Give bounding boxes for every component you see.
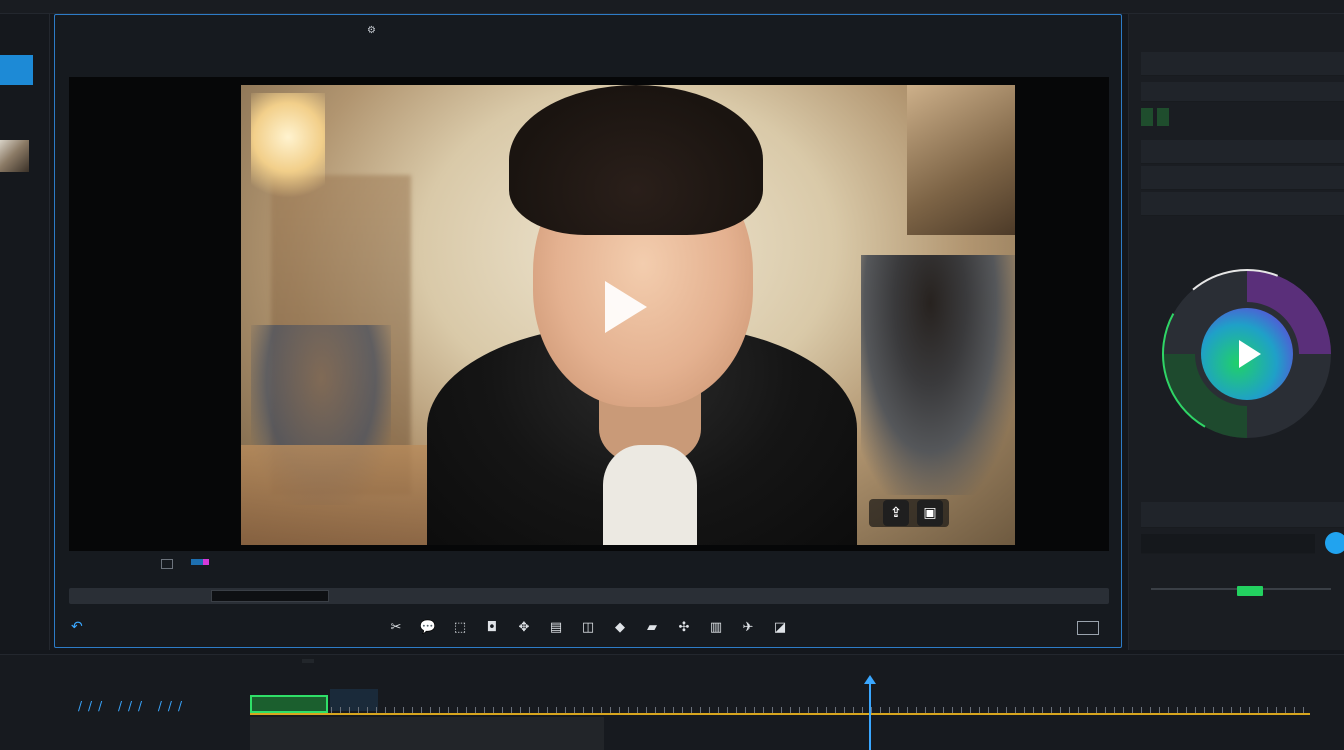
timeline-clip[interactable] (250, 695, 328, 713)
video-frame[interactable]: ⇪ ▣ (241, 85, 1015, 545)
background-painting (907, 85, 1015, 235)
inspector-row[interactable] (1141, 502, 1344, 528)
mask-icon[interactable]: ◫ (578, 619, 598, 637)
transform-icon[interactable]: ✥ (514, 619, 534, 637)
visibility-toggle[interactable] (1325, 532, 1344, 554)
crop-icon[interactable]: ⬚ (450, 619, 470, 637)
timeline-track[interactable] (250, 717, 604, 750)
cut-icon[interactable]: ✂ (386, 619, 406, 637)
background-lamp (251, 93, 325, 203)
timeline-tab[interactable] (302, 659, 314, 663)
preview-header: ⚙ (55, 15, 1121, 73)
inspector-tab[interactable] (1157, 108, 1169, 126)
text-icon[interactable]: ◘ (482, 619, 502, 637)
inspector-section[interactable] (1141, 52, 1344, 76)
paint-icon[interactable]: ◆ (610, 619, 630, 637)
book-icon[interactable]: ▥ (706, 619, 726, 637)
scrubber-bar[interactable] (69, 588, 1109, 604)
inspector-tabs (1141, 108, 1169, 126)
inspector-row[interactable] (1141, 192, 1344, 216)
slider-handle[interactable] (1237, 586, 1263, 596)
video-stage: ⇪ ▣ (69, 77, 1109, 551)
caption-icon[interactable]: ▣ (917, 500, 943, 526)
effects-icon[interactable]: ✣ (674, 619, 694, 637)
marker-magenta (203, 559, 209, 565)
sticker-icon[interactable]: ◪ (770, 619, 790, 637)
play-icon[interactable] (605, 281, 647, 333)
timeline-track-line (250, 713, 1310, 715)
frame-icon[interactable] (161, 559, 173, 569)
control-row (69, 553, 1109, 577)
inspector-panel (1128, 14, 1344, 650)
inspector-row[interactable] (1141, 140, 1344, 164)
left-toolbar-item[interactable] (0, 42, 46, 56)
left-toolbar-active-item[interactable] (0, 55, 33, 85)
settings-icon[interactable]: ⚙ (367, 25, 376, 36)
subject-hair (509, 85, 763, 235)
inspector-tab[interactable] (1141, 108, 1153, 126)
left-toolbar-item[interactable] (0, 258, 46, 272)
text-input[interactable] (1141, 534, 1315, 554)
timeline-track-headers: /// /// /// (54, 655, 240, 750)
left-toolbar-item[interactable] (0, 210, 46, 224)
inspector-row[interactable] (1141, 82, 1344, 102)
color-wheel[interactable] (1159, 266, 1335, 442)
media-thumbnail[interactable] (0, 140, 29, 172)
undo-icon[interactable]: ↶ (71, 619, 83, 635)
scrubber-selection[interactable] (211, 590, 329, 602)
layout-toggle-icon[interactable] (1077, 621, 1099, 635)
video-overlay: ⇪ ▣ (869, 499, 949, 527)
chat-icon[interactable]: ▰ (642, 619, 662, 637)
track-controls[interactable]: /// /// /// (78, 699, 188, 713)
comment-icon[interactable]: 💬 (418, 619, 438, 637)
preview-toolbar: ✂ 💬 ⬚ ◘ ✥ ▤ ◫ ◆ ▰ ✣ ▥ ✈ ◪ (55, 615, 1121, 641)
left-toolbar-item[interactable] (0, 116, 46, 130)
left-toolbar-item[interactable] (0, 94, 46, 108)
preview-panel: ⚙ ⇪ ▣ ✂ 💬 ⬚ ◘ ✥ ▤ ◫ ◆ ▰ ✣ ▥ ✈ ◪ ↶ (54, 14, 1122, 648)
left-toolbar (0, 14, 50, 650)
background-person (861, 255, 1015, 495)
left-toolbar-item[interactable] (0, 310, 46, 324)
layer-icon[interactable]: ▤ (546, 619, 566, 637)
left-toolbar-item[interactable] (0, 360, 46, 374)
plane-icon[interactable]: ✈ (738, 619, 758, 637)
inspector-row[interactable] (1141, 166, 1344, 190)
playhead[interactable] (869, 677, 871, 750)
top-bar (0, 0, 1344, 14)
share-icon[interactable]: ⇪ (883, 500, 909, 526)
timeline-panel: /// /// /// (0, 654, 1344, 750)
subject-shirt (603, 445, 697, 545)
left-toolbar-item[interactable] (0, 284, 46, 298)
left-toolbar-item[interactable] (0, 182, 46, 196)
